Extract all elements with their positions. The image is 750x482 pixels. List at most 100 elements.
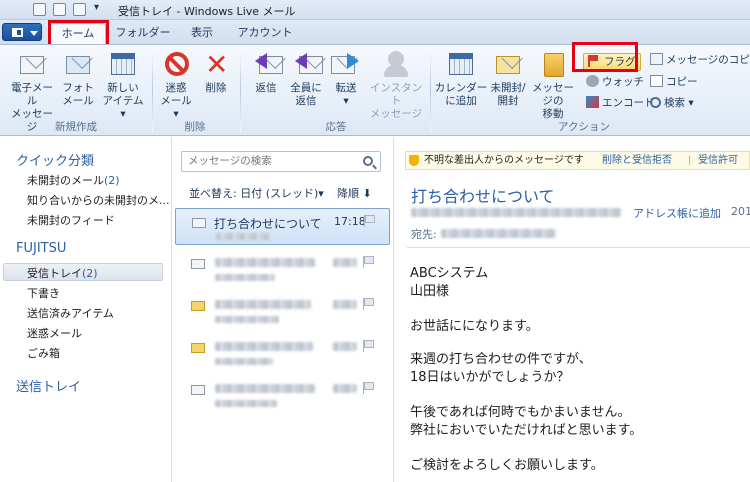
app-menu-button[interactable] (2, 23, 42, 41)
add-to-calendar-button[interactable]: カレンダー に追加 (434, 49, 488, 108)
group-label-respond: 応答 (325, 121, 347, 133)
folder-pane: クイック分類 未開封のメール(2) 知り合いからの未開封のメ... 未開封のフィ… (0, 137, 172, 482)
tab-view[interactable]: 表示 (180, 23, 224, 44)
message-list-pane: 並べ替え: 日付 (スレッド)▾ 降順 ⬇ 打ち合わせについて 17:18 (173, 137, 394, 482)
message-row[interactable] (175, 250, 390, 287)
reply-all-icon (291, 49, 323, 79)
copy-mail-icon (650, 53, 663, 65)
new-email-icon (17, 49, 47, 79)
new-items-icon (108, 49, 138, 79)
flag-icon[interactable] (363, 382, 374, 394)
blurred-sender (216, 233, 271, 240)
allow-sender-link[interactable]: 受信許可 (698, 152, 738, 169)
highlight-box-flag (572, 42, 638, 72)
message-time: 17:18 (334, 215, 366, 228)
envelope-read-icon (191, 385, 205, 395)
blurred-subject (215, 342, 313, 351)
envelope-icon (493, 49, 523, 79)
message-subject: 打ち合わせについて (214, 217, 322, 231)
nav-item-unread-from-contacts[interactable]: 知り合いからの未開封のメ... (27, 192, 170, 208)
search-box[interactable] (181, 151, 381, 172)
tab-account[interactable]: アカウント (232, 23, 298, 44)
junk-button[interactable]: 迷惑 メール ▾ (156, 49, 196, 121)
nav-item-drafts[interactable]: 下書き (27, 285, 60, 301)
send-receive-quick-icon[interactable] (73, 3, 86, 16)
blurred-time (333, 384, 357, 393)
unread-read-button[interactable]: 未開封/ 開封 (488, 49, 528, 108)
search-input[interactable] (188, 155, 358, 167)
reply-quick-icon[interactable] (53, 3, 66, 16)
ribbon-separator (430, 49, 431, 133)
envelope-unread-icon (191, 343, 205, 353)
copy-button[interactable]: コピー (650, 75, 698, 89)
shield-icon (409, 155, 419, 166)
new-items-button[interactable]: 新しい アイテム ▾ (100, 49, 146, 121)
envelope-read-icon (191, 259, 205, 269)
sort-order-button[interactable]: 降順 ⬇ (337, 185, 372, 201)
blurred-time (333, 300, 357, 309)
blurred-subject (215, 384, 315, 393)
blurred-sender (215, 316, 279, 323)
photo-email-icon (63, 49, 93, 79)
forward-icon (331, 49, 361, 79)
quick-access-dropdown-icon[interactable]: ▾ (94, 2, 99, 13)
message-row[interactable] (175, 376, 390, 413)
copy-message-button[interactable]: メッセージのコピー (650, 53, 750, 67)
group-label-delete: 削除 (184, 121, 206, 133)
message-row[interactable] (175, 334, 390, 371)
nav-item-trash[interactable]: ごみ箱 (27, 345, 60, 361)
photo-email-button[interactable]: フォト メール (58, 49, 98, 108)
group-label-new: 新規作成 (55, 121, 97, 133)
add-to-contacts-link[interactable]: アドレス帳に追加 (633, 205, 721, 221)
reply-button[interactable]: 返信 (246, 49, 286, 95)
window-title: 受信トレイ - Windows Live メール (118, 5, 296, 18)
reading-pane: 不明な差出人からのメッセージです 削除と受信拒否 | 受信許可 打ち合わせについ… (395, 137, 750, 482)
message-row-selected[interactable]: 打ち合わせについて 17:18 (175, 208, 390, 245)
nav-item-inbox[interactable]: 受信トレイ(2) (27, 265, 98, 281)
envelope-read-icon (192, 218, 206, 228)
find-button[interactable]: 検索 ▾ (650, 96, 694, 110)
tab-folder[interactable]: フォルダー (112, 23, 174, 44)
blurred-sender (215, 274, 275, 281)
block-icon (161, 49, 191, 79)
watch-button[interactable]: ウォッチ (586, 75, 644, 89)
body-line: お世話にになります。 (410, 319, 539, 334)
blurred-subject (215, 258, 315, 267)
block-sender-link[interactable]: 削除と受信拒否 (602, 152, 672, 169)
message-row[interactable] (175, 292, 390, 329)
nav-item-unread-mail[interactable]: 未開封のメール(2) (27, 172, 120, 188)
blurred-sender (215, 400, 277, 407)
infobar-text: 不明な差出人からのメッセージです (424, 155, 584, 166)
instant-message-button[interactable]: インスタント メッセージ (366, 49, 426, 121)
body-line: 午後であれば何時でもかまいません。 (410, 405, 631, 420)
to-label: 宛先: (411, 228, 437, 241)
flag-icon[interactable] (363, 256, 374, 268)
binoculars-icon (650, 97, 661, 108)
search-icon[interactable] (363, 156, 373, 166)
encode-button[interactable]: エンコード (586, 96, 655, 110)
flag-icon[interactable] (363, 340, 374, 352)
forward-button[interactable]: 転送 ▾ (326, 49, 366, 108)
nav-item-unread-feeds[interactable]: 未開封のフィード (27, 212, 115, 228)
outbox-header[interactable]: 送信トレイ (16, 376, 81, 395)
menu-icon (12, 28, 23, 37)
header-divider (407, 247, 750, 248)
quick-views-header[interactable]: クイック分類 (16, 150, 94, 169)
reply-all-button[interactable]: 全員に 返信 (286, 49, 326, 108)
body-line: 山田様 (410, 284, 450, 299)
nav-item-junk[interactable]: 迷惑メール (27, 325, 82, 341)
title-bar: ▾ 受信トレイ - Windows Live メール (0, 0, 750, 20)
delete-button[interactable]: ✕ 削除 (198, 49, 234, 95)
new-mail-quick-icon[interactable] (33, 3, 46, 16)
chevron-down-icon (30, 31, 38, 36)
sort-dropdown[interactable]: 並べ替え: 日付 (スレッド)▾ (189, 185, 324, 201)
flag-icon[interactable] (364, 215, 375, 227)
body-line: 来週の打ち合わせの件ですが、 (410, 352, 592, 367)
copy-icon (650, 75, 663, 87)
account-header[interactable]: FUJITSU (16, 241, 66, 256)
blurred-to-address (441, 229, 556, 238)
body-line: ABCシステム (410, 266, 489, 281)
ribbon-separator (240, 49, 241, 133)
flag-icon[interactable] (363, 298, 374, 310)
nav-item-sent[interactable]: 送信済みアイテム (27, 305, 114, 321)
